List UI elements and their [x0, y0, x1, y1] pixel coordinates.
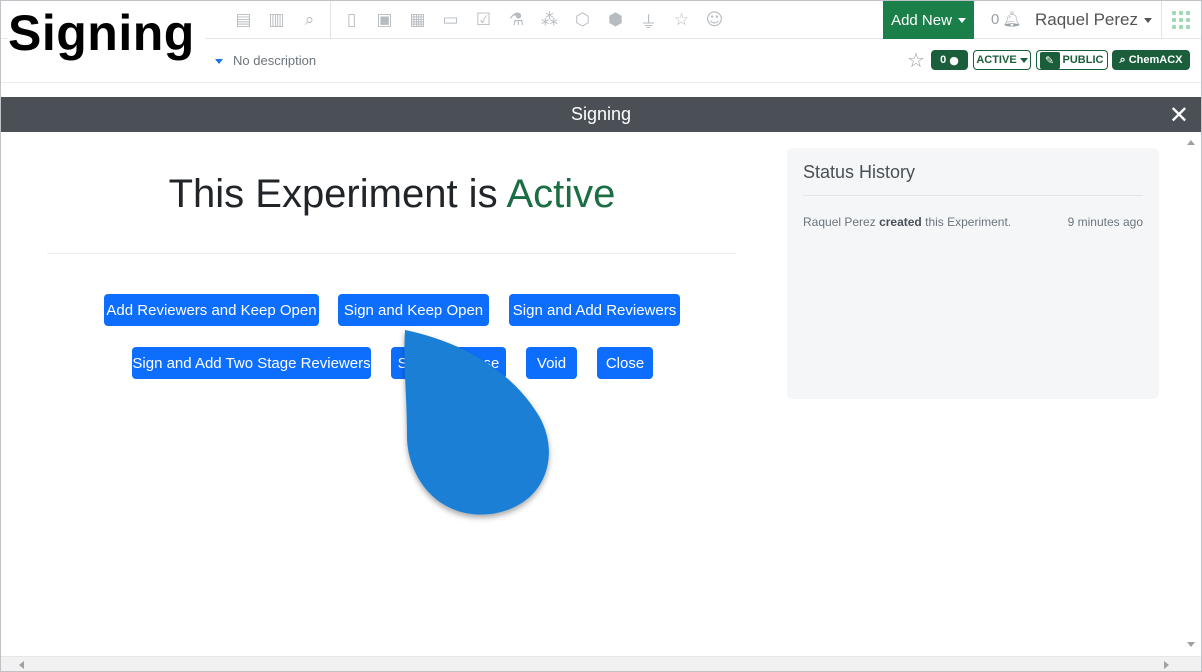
search-icon[interactable]: ⌕ — [293, 1, 326, 39]
clipboard-icon[interactable]: ▣ — [368, 1, 401, 39]
app-window: ▤ ▥ ⌕ ▯ ▣ ▦ ▭ ☑ ⚗ ⁂ ⬡ ⬢ ⏚ ☆ ☺ Add New 0 … — [0, 0, 1202, 672]
history-user: Raquel Perez — [803, 215, 876, 229]
status-history-title: Status History — [803, 162, 916, 182]
bar-chart-icon[interactable]: ▥ — [260, 1, 293, 39]
comments-badge[interactable]: 0 ● — [931, 50, 968, 70]
notification-count: 0 — [991, 10, 1000, 28]
divider — [803, 195, 1143, 196]
visibility-label: PUBLIC — [1062, 54, 1104, 66]
user-name: Raquel Perez — [1035, 10, 1139, 29]
notifications-button[interactable]: 0 🔔︎ — [991, 10, 1021, 28]
status-label: ACTIVE — [976, 54, 1017, 66]
history-description: this Experiment. — [925, 215, 1012, 229]
favorite-star-icon[interactable]: ☆ — [907, 48, 925, 72]
apps-grid-icon[interactable] — [1172, 11, 1190, 29]
horizontal-scrollbar[interactable] — [1, 656, 1201, 671]
sign-add-reviewers-button[interactable]: Sign and Add Reviewers — [509, 294, 680, 326]
hexagon-icon[interactable]: ⬡ — [566, 1, 599, 39]
scroll-left-icon[interactable] — [19, 661, 24, 669]
sign-keep-open-button[interactable]: Sign and Keep Open — [338, 294, 489, 326]
presentation-icon[interactable]: ▭ — [434, 1, 467, 39]
close-button[interactable]: Close — [597, 347, 653, 379]
search-icon: ⌕ — [1119, 53, 1126, 66]
chevron-down-icon — [957, 17, 966, 23]
comment-icon: ● — [949, 53, 959, 67]
nav-divider — [330, 1, 331, 39]
sign-close-button[interactable]: Sign and Close — [391, 347, 506, 379]
scroll-up-icon[interactable] — [1187, 140, 1195, 145]
visibility-button[interactable]: ✎ PUBLIC — [1036, 50, 1108, 70]
modal-body: This Experiment is Active Add Reviewers … — [1, 132, 1201, 656]
report-icon[interactable]: ▤ — [227, 1, 260, 39]
comment-count: 0 — [940, 54, 947, 66]
chemacx-button[interactable]: ⌕ ChemACX — [1112, 50, 1190, 70]
bell-icon: 🔔︎ — [1002, 10, 1022, 28]
clipboard-check-icon[interactable]: ☑ — [467, 1, 500, 39]
molecule-icon[interactable]: ⁂ — [533, 1, 566, 39]
vertical-scrollbar[interactable] — [1183, 132, 1200, 656]
modal-title: Signing — [570, 104, 632, 124]
status-prefix: This Experiment is — [168, 172, 498, 216]
description-toggle-icon[interactable] — [215, 59, 223, 64]
nav-icon-bar: ▤ ▥ ⌕ ▯ ▣ ▦ ▭ ☑ ⚗ ⁂ ⬡ ⬢ ⏚ ☆ ☺ — [227, 1, 731, 39]
status-value: Active — [506, 172, 616, 216]
nav-divider — [1161, 1, 1162, 39]
experiment-status-heading: This Experiment is Active — [47, 172, 737, 217]
close-icon[interactable]: ✕ — [1169, 101, 1189, 129]
divider — [47, 253, 737, 254]
void-button[interactable]: Void — [526, 347, 577, 379]
user-icon[interactable]: ☺ — [698, 1, 731, 39]
add-new-button[interactable]: Add New — [883, 1, 974, 39]
scroll-right-icon[interactable] — [1164, 661, 1169, 669]
flask-icon[interactable]: ⏚ — [632, 1, 665, 39]
overlay-title: Signing — [8, 8, 205, 64]
experiment-description: No description — [233, 53, 317, 68]
chemacx-label: ChemACX — [1128, 54, 1183, 66]
chevron-down-icon — [1144, 17, 1153, 23]
calendar-icon[interactable]: ▦ — [401, 1, 434, 39]
sign-two-stage-reviewers-button[interactable]: Sign and Add Two Stage Reviewers — [132, 347, 371, 379]
history-entry: Raquel Perez created this Experiment. — [803, 215, 1011, 229]
scroll-down-icon[interactable] — [1187, 642, 1195, 647]
history-action: created — [879, 215, 922, 229]
history-timestamp: 9 minutes ago — [1067, 215, 1143, 229]
notebook-icon[interactable]: ▯ — [335, 1, 368, 39]
add-new-label: Add New — [891, 11, 952, 29]
modal-header: Signing ✕ — [1, 97, 1201, 132]
lab-icon[interactable]: ⚗ — [500, 1, 533, 39]
user-menu[interactable]: Raquel Perez — [1035, 10, 1153, 30]
status-history-panel: Status History Raquel Perez created this… — [787, 148, 1159, 399]
status-dropdown[interactable]: ACTIVE — [973, 50, 1031, 70]
chevron-down-icon — [1019, 57, 1028, 63]
add-reviewers-keep-open-button[interactable]: Add Reviewers and Keep Open — [104, 294, 319, 326]
pencil-icon: ✎ — [1039, 51, 1060, 69]
shield-icon[interactable]: ⬢ — [599, 1, 632, 39]
star-icon[interactable]: ☆ — [665, 1, 698, 39]
